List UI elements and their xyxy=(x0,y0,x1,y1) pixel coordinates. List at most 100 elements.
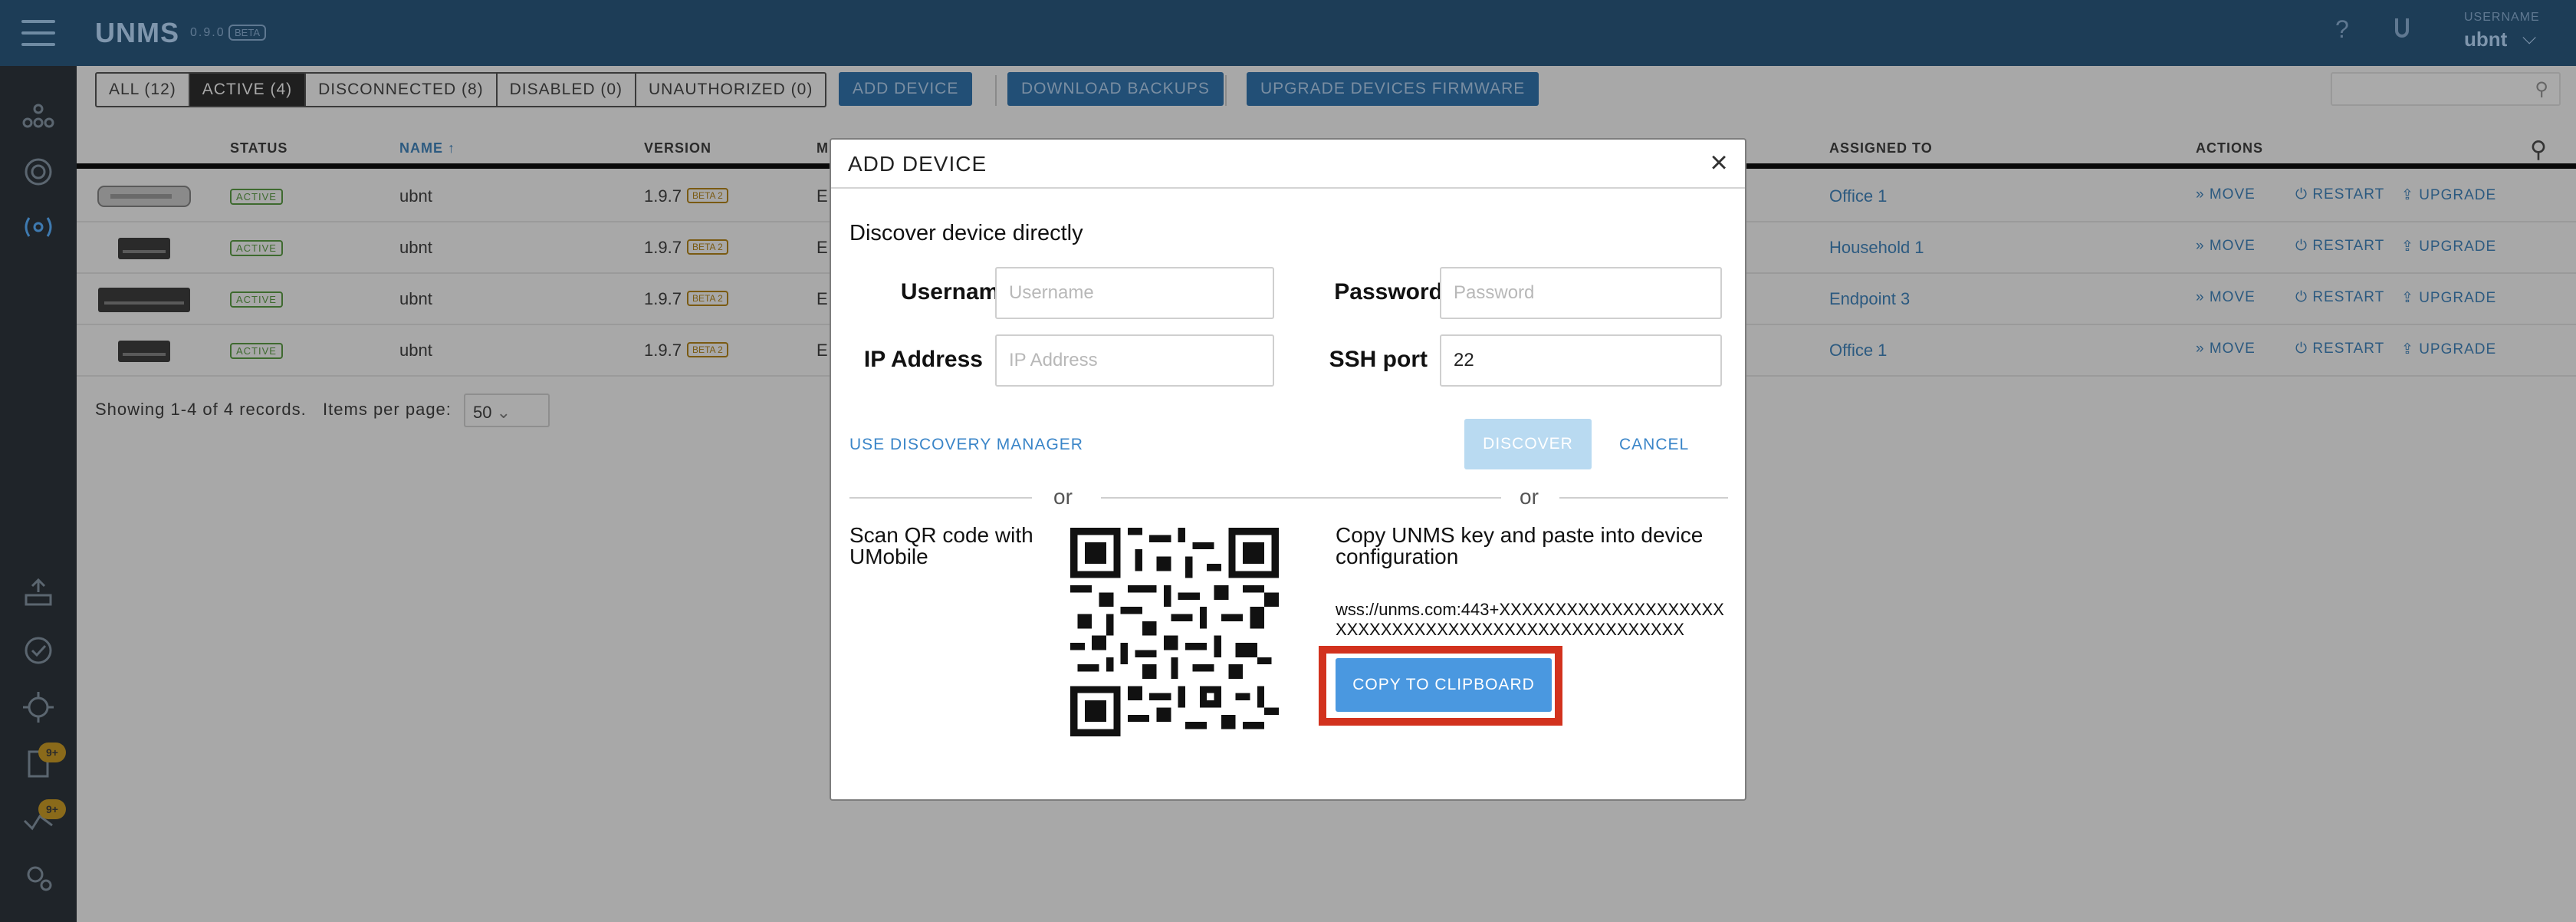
items-per-page-select[interactable]: 50 ⌄ xyxy=(464,393,550,427)
password-label: Password xyxy=(1334,279,1443,305)
upgrade-action[interactable]: ⇪ UPGRADE xyxy=(2401,289,2496,307)
filter-unauthorized[interactable]: UNAUTHORIZED (0) xyxy=(636,74,825,106)
user-menu[interactable]: ubnt xyxy=(2464,28,2507,51)
settings-gear-icon[interactable] xyxy=(20,859,57,896)
or-label-left: or xyxy=(1053,485,1073,509)
restart-action[interactable]: ⏻ RESTART xyxy=(2295,289,2384,306)
device-name[interactable]: ubnt xyxy=(399,238,432,258)
download-backups-button[interactable]: DOWNLOAD BACKUPS xyxy=(1007,72,1224,106)
device-filter-tabs: ALL (12) ACTIVE (4) DISCONNECTED (8) DIS… xyxy=(95,72,827,107)
devices-icon[interactable] xyxy=(20,209,57,245)
move-label: MOVE xyxy=(2209,186,2256,203)
table-search-icon[interactable]: ⚲ xyxy=(2530,137,2547,163)
ubiquiti-logo-icon[interactable] xyxy=(2389,15,2415,41)
search-icon: ⚲ xyxy=(2535,79,2548,100)
move-label: MOVE xyxy=(2209,289,2256,305)
move-action[interactable]: » MOVE xyxy=(2196,341,2256,357)
use-discovery-manager-link[interactable]: USE DISCOVERY MANAGER xyxy=(849,436,1083,454)
column-actions: ACTIONS xyxy=(2196,140,2263,156)
search-input[interactable]: ⚲ xyxy=(2331,72,2561,106)
upgrade-icon: ⇪ xyxy=(2401,239,2414,255)
column-assigned-to[interactable]: ASSIGNED TO xyxy=(1829,140,1933,156)
close-icon[interactable]: × xyxy=(1704,147,1734,178)
ssh-port-label: SSH port xyxy=(1329,347,1428,372)
device-model: E xyxy=(816,186,828,206)
upgrade-action[interactable]: ⇪ UPGRADE xyxy=(2401,341,2496,358)
ip-address-field[interactable] xyxy=(995,334,1274,387)
status-badge: ACTIVE xyxy=(230,291,283,308)
column-model[interactable]: M xyxy=(816,140,829,156)
items-per-page-value: 50 xyxy=(473,403,492,422)
upgrade-firmware-button[interactable]: UPGRADE DEVICES FIRMWARE xyxy=(1247,72,1539,106)
firmware-icon[interactable] xyxy=(20,575,57,612)
assigned-site-link[interactable]: Household 1 xyxy=(1829,238,1924,258)
restart-label: RESTART xyxy=(2312,186,2385,203)
restart-action[interactable]: ⏻ RESTART xyxy=(2295,186,2384,203)
upgrade-label: UPGRADE xyxy=(2419,187,2497,203)
logs-count-badge: 9+ xyxy=(38,743,66,762)
restart-label: RESTART xyxy=(2312,238,2385,254)
records-summary: Showing 1-4 of 4 records. Items per page… xyxy=(95,400,452,420)
upgrade-action[interactable]: ⇪ UPGRADE xyxy=(2401,238,2496,255)
device-thumbnail-icon xyxy=(97,186,191,207)
discover-button[interactable]: DISCOVER xyxy=(1464,419,1592,469)
column-status[interactable]: STATUS xyxy=(230,140,288,156)
app-logo[interactable]: UNMS xyxy=(95,17,179,49)
filter-disabled[interactable]: DISABLED (0) xyxy=(498,74,637,106)
move-action[interactable]: » MOVE xyxy=(2196,289,2256,306)
upgrade-icon: ⇪ xyxy=(2401,187,2414,203)
sites-icon[interactable] xyxy=(20,153,57,190)
divider-right xyxy=(1334,497,1501,499)
assigned-site-link[interactable]: Office 1 xyxy=(1829,186,1887,206)
filter-all[interactable]: ALL (12) xyxy=(97,74,190,106)
items-per-page-label: Items per page: xyxy=(323,400,452,419)
discovery-icon[interactable] xyxy=(20,689,57,726)
device-model: E xyxy=(816,341,828,360)
move-action[interactable]: » MOVE xyxy=(2196,238,2256,255)
device-version: 1.9.7 xyxy=(644,238,682,257)
filter-active[interactable]: ACTIVE (4) xyxy=(189,74,307,106)
restart-label: RESTART xyxy=(2312,341,2385,357)
upgrade-icon: ⇪ xyxy=(2401,290,2414,306)
unms-key-text[interactable]: wss://unms.com:443+XXXXXXXXXXXXXXXXXXXXX… xyxy=(1336,600,1734,640)
copy-to-clipboard-button[interactable]: COPY TO CLIPBOARD xyxy=(1336,658,1552,712)
cancel-button[interactable]: CANCEL xyxy=(1619,436,1689,454)
version-beta-badge: BETA 2 xyxy=(687,291,728,306)
move-icon: » xyxy=(2196,186,2205,203)
version-beta-badge: BETA 2 xyxy=(687,239,728,255)
move-icon: » xyxy=(2196,341,2205,357)
power-icon: ⏻ xyxy=(2295,238,2308,254)
move-action[interactable]: » MOVE xyxy=(2196,186,2256,203)
assigned-site-link[interactable]: Office 1 xyxy=(1829,341,1887,361)
network-icon[interactable] xyxy=(20,98,57,135)
username-field[interactable] xyxy=(995,267,1274,319)
hamburger-menu-icon[interactable] xyxy=(21,20,55,46)
column-name[interactable]: NAME ↑ xyxy=(399,140,455,156)
power-icon: ⏻ xyxy=(2295,186,2308,203)
or-label-right: or xyxy=(1520,485,1539,509)
device-name[interactable]: ubnt xyxy=(399,186,432,206)
discover-section-title: Discover device directly xyxy=(849,221,1083,245)
device-thumbnail-icon xyxy=(118,341,170,362)
toolbar-divider xyxy=(1225,75,1227,106)
restart-action[interactable]: ⏻ RESTART xyxy=(2295,341,2384,357)
filter-disconnected[interactable]: DISCONNECTED (8) xyxy=(306,74,498,106)
restart-action[interactable]: ⏻ RESTART xyxy=(2295,238,2384,255)
ssh-port-field[interactable] xyxy=(1440,334,1722,387)
upgrade-action[interactable]: ⇪ UPGRADE xyxy=(2401,186,2496,204)
modal-title: ADD DEVICE xyxy=(848,152,987,176)
password-field[interactable] xyxy=(1440,267,1722,319)
ip-address-label: IP Address xyxy=(863,347,983,372)
assigned-site-link[interactable]: Endpoint 3 xyxy=(1829,289,1910,309)
column-version[interactable]: VERSION xyxy=(644,140,711,156)
outages-count-badge: 9+ xyxy=(38,799,66,819)
tasks-check-icon[interactable] xyxy=(20,632,57,669)
chevron-down-icon[interactable]: ⌵ xyxy=(2522,28,2536,49)
chevron-down-icon: ⌄ xyxy=(496,403,511,422)
device-name[interactable]: ubnt xyxy=(399,341,432,361)
help-icon[interactable]: ? xyxy=(2335,15,2349,44)
divider-left xyxy=(849,497,1032,499)
move-label: MOVE xyxy=(2209,341,2256,357)
add-device-button[interactable]: ADD DEVICE xyxy=(839,72,973,106)
device-name[interactable]: ubnt xyxy=(399,289,432,309)
